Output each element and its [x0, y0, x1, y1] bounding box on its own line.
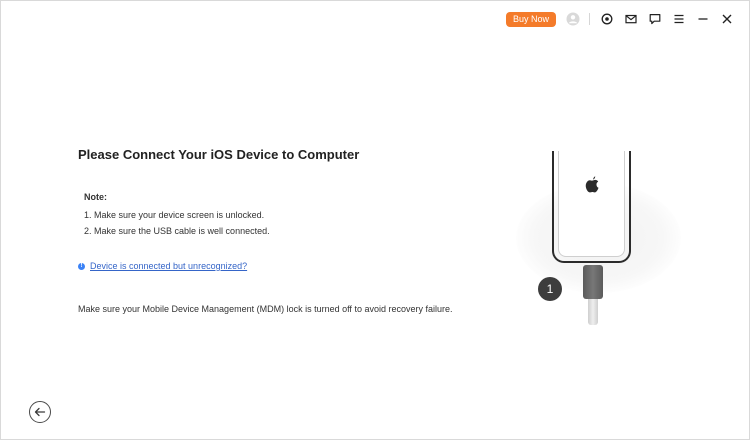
buy-now-button[interactable]: Buy Now: [506, 12, 556, 27]
usb-cable-wire: [588, 299, 598, 325]
target-icon[interactable]: [598, 10, 616, 28]
menu-icon[interactable]: [670, 10, 688, 28]
back-button[interactable]: [29, 401, 51, 423]
note-heading: Note:: [84, 192, 107, 202]
app-window: Buy Now Please Connect Your iOS Device t…: [0, 0, 750, 440]
title-bar: Buy Now: [1, 1, 749, 35]
minimize-icon[interactable]: [694, 10, 712, 28]
note-item-2: 2. Make sure the USB cable is well conne…: [84, 226, 270, 236]
step-number-badge: 1: [538, 277, 562, 301]
note-item-1: 1. Make sure your device screen is unloc…: [84, 210, 265, 220]
phone-screen: [558, 151, 625, 257]
info-icon: !: [78, 262, 85, 270]
apple-icon: [583, 175, 601, 195]
help-link-text[interactable]: Device is connected but unrecognized?: [90, 261, 247, 271]
page-title: Please Connect Your iOS Device to Comput…: [78, 147, 360, 162]
mdm-warning-text: Make sure your Mobile Device Management …: [78, 304, 453, 314]
close-icon[interactable]: [718, 10, 736, 28]
phone-illustration: [552, 151, 631, 263]
device-unrecognized-help[interactable]: ! Device is connected but unrecognized?: [78, 261, 247, 271]
title-bar-separator: [589, 13, 590, 25]
back-arrow-icon: [34, 407, 46, 417]
account-icon[interactable]: [564, 10, 582, 28]
feedback-icon[interactable]: [646, 10, 664, 28]
mail-icon[interactable]: [622, 10, 640, 28]
usb-cable-connector: [583, 265, 603, 299]
